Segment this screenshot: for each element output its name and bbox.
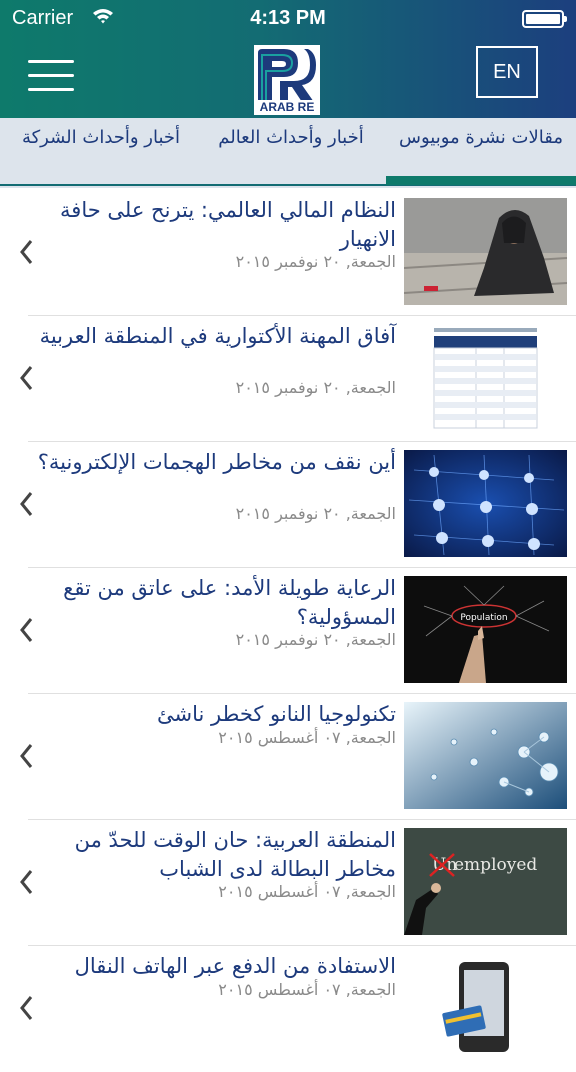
hamburger-menu-button[interactable]: [28, 58, 74, 94]
employed-chalk-text: employed: [454, 855, 537, 875]
population-label: Population: [460, 613, 507, 623]
active-tab-indicator: [386, 176, 576, 185]
chevron-left-icon: [20, 618, 33, 642]
chevron-left-icon: [20, 744, 33, 768]
article-title: الرعاية طويلة الأمد: على عاتق من تقع الم…: [63, 576, 396, 629]
tab-world-news[interactable]: أخبار وأحداث العالم: [196, 118, 386, 188]
status-time: 4:13 PM: [250, 7, 326, 29]
article-date: الجمعة, ٠٧ أغسطس ٢٠١٥: [218, 728, 396, 747]
article-date: الجمعة, ٠٧ أغسطس ٢٠١٥: [218, 882, 396, 901]
status-bar: Carrier 4:13 PM: [0, 0, 576, 38]
chevron-left-icon: [20, 240, 33, 264]
article-date: الجمعة, ٢٠ نوفمبر ٢٠١٥: [235, 252, 396, 271]
article-title: آفاق المهنة الأكتوارية في المنطقة العربي…: [39, 324, 396, 348]
article-title: تكنولوجيا النانو كخطر ناشئ: [157, 702, 396, 726]
list-item[interactable]: Un employed المنطقة العربية: حان الوقت ل…: [0, 820, 576, 946]
app-header: Carrier 4:13 PM ARAB RE EN: [0, 0, 576, 118]
article-date: الجمعة, ٠٧ أغسطس ٢٠١٥: [218, 980, 396, 999]
article-title: الاستفادة من الدفع عبر الهاتف النقال: [74, 954, 396, 978]
chevron-left-icon: [20, 870, 33, 894]
chevron-left-icon: [20, 492, 33, 516]
list-item[interactable]: Population الرعاية طويلة الأمد: على عاتق…: [0, 568, 576, 694]
battery-icon: [522, 10, 567, 28]
article-title: النظام المالي العالمي: يترنح على حافة ال…: [60, 198, 396, 251]
article-thumbnail: [404, 450, 567, 557]
tab-company-news[interactable]: أخبار وأحداث الشركة: [6, 118, 196, 188]
chevron-left-icon: [20, 996, 33, 1020]
logo-wordmark: ARAB RE: [254, 100, 320, 115]
article-thumbnail: [404, 324, 567, 431]
article-date: الجمعة, ٢٠ نوفمبر ٢٠١٥: [235, 504, 396, 523]
list-item[interactable]: أين نقف من مخاطر الهجمات الإلكترونية؟ ال…: [0, 442, 576, 568]
chevron-left-icon: [20, 366, 33, 390]
list-item[interactable]: الاستفادة من الدفع عبر الهاتف النقال الج…: [0, 946, 576, 1072]
list-item[interactable]: تكنولوجيا النانو كخطر ناشئ الجمعة, ٠٧ أغ…: [0, 694, 576, 820]
article-thumbnail: Population: [404, 576, 567, 683]
list-item[interactable]: آفاق المهنة الأكتوارية في المنطقة العربي…: [0, 316, 576, 442]
article-thumbnail: [404, 198, 567, 305]
article-title: المنطقة العربية: حان الوقت للحدّ من مخاط…: [74, 828, 396, 881]
list-item[interactable]: النظام المالي العالمي: يترنح على حافة ال…: [0, 190, 576, 316]
article-thumbnail: [404, 954, 567, 1061]
article-date: الجمعة, ٢٠ نوفمبر ٢٠١٥: [235, 630, 396, 649]
article-thumbnail: [404, 702, 567, 809]
article-title: أين نقف من مخاطر الهجمات الإلكترونية؟: [37, 450, 396, 474]
language-toggle-button[interactable]: EN: [476, 46, 538, 98]
article-date: الجمعة, ٢٠ نوفمبر ٢٠١٥: [235, 378, 396, 397]
article-thumbnail: Un employed: [404, 828, 567, 935]
